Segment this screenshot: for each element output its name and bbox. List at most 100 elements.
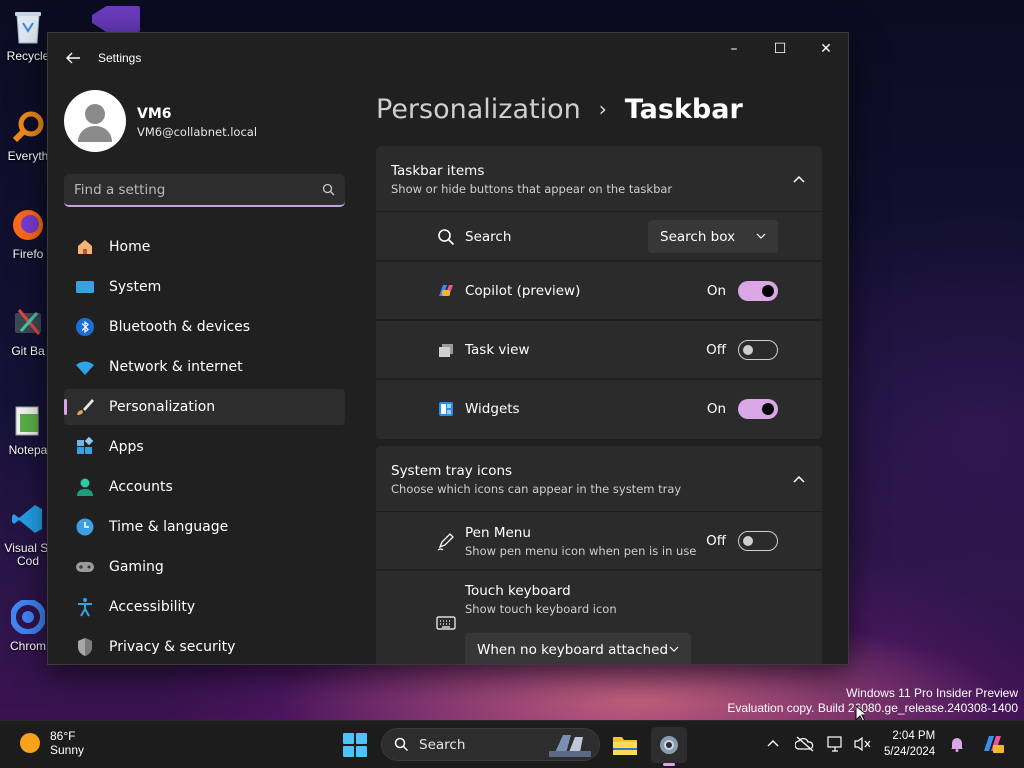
visual-studio-desktop-icon[interactable]	[92, 6, 140, 32]
taskbar-items-section: Taskbar items Show or hide buttons that …	[376, 146, 822, 439]
breadcrumb-separator-icon: ›	[598, 97, 607, 121]
nav-item-label: Bluetooth & devices	[109, 319, 251, 335]
user-name: VM6	[137, 106, 172, 122]
search-highlight-icon	[549, 735, 591, 757]
keyboard-icon	[436, 613, 456, 633]
nav-item-label: Personalization	[109, 399, 216, 415]
search-mode-dropdown[interactable]: Search box	[648, 220, 778, 253]
windows-watermark: Windows 11 Pro Insider Preview Evaluatio…	[727, 686, 1018, 716]
task-view-toggle[interactable]	[738, 340, 778, 360]
nav-item-accessibility[interactable]: Accessibility	[64, 589, 345, 625]
onedrive-tray-button[interactable]	[795, 734, 815, 754]
chevron-up-icon	[793, 475, 805, 483]
breadcrumb: Personalization › Taskbar	[376, 88, 848, 130]
nav-item-bluetooth[interactable]: Bluetooth & devices	[64, 309, 345, 345]
section-title: Taskbar items	[391, 163, 485, 179]
watermark-line1: Windows 11 Pro Insider Preview	[846, 686, 1018, 700]
back-arrow-icon[interactable]	[64, 49, 82, 67]
copilot-icon	[436, 281, 456, 301]
settings-taskbar-button[interactable]	[651, 727, 687, 766]
nav-item-time-language[interactable]: Time & language	[64, 509, 345, 545]
chevron-down-icon	[669, 646, 679, 652]
watermark-line2: Evaluation copy. Build 26080.ge_release.…	[727, 701, 1018, 715]
setting-label: Widgets	[465, 401, 520, 417]
bell-icon	[951, 738, 963, 752]
minimize-button[interactable]: –	[711, 33, 757, 65]
show-hidden-icons-button[interactable]	[763, 734, 783, 754]
windows-logo-icon	[343, 733, 354, 744]
find-setting-input[interactable]: Find a setting	[64, 174, 345, 207]
nav-item-label: Time & language	[109, 519, 229, 535]
maximize-icon: ☐	[773, 41, 787, 57]
close-icon: ✕	[820, 41, 832, 57]
nav-item-label: Network & internet	[109, 359, 243, 375]
widgets-toggle[interactable]	[738, 399, 778, 419]
home-icon	[75, 237, 95, 257]
notepad-icon	[9, 402, 47, 440]
nav-item-apps[interactable]: Apps	[64, 429, 345, 465]
nav-item-system[interactable]: System	[64, 269, 345, 305]
notifications-button[interactable]	[947, 734, 967, 754]
setting-description: Show pen menu icon when pen is in use	[465, 544, 697, 558]
windows-logo-icon	[356, 733, 367, 744]
user-profile[interactable]: VM6 VM6@collabnet.local	[64, 90, 347, 160]
pen-menu-toggle[interactable]	[738, 531, 778, 551]
setting-label: Task view	[465, 342, 530, 358]
nav-item-label: Accessibility	[109, 599, 196, 615]
system-tray-header[interactable]: System tray icons Choose which icons can…	[376, 446, 822, 512]
window-title: Settings	[98, 51, 142, 65]
start-button[interactable]	[343, 733, 367, 757]
taskbar-search-box[interactable]: Search	[381, 728, 600, 761]
everything-icon	[9, 108, 47, 146]
maximize-button[interactable]: ☐	[757, 33, 803, 65]
breadcrumb-parent[interactable]: Personalization	[376, 94, 581, 125]
nav-item-label: System	[109, 279, 162, 295]
active-indicator	[663, 763, 675, 766]
gaming-icon	[75, 557, 95, 577]
search-placeholder: Find a setting	[74, 181, 166, 198]
copilot-toggle[interactable]	[738, 281, 778, 301]
system-icon	[75, 277, 95, 297]
nav-item-label: Gaming	[109, 559, 164, 575]
network-tray-button[interactable]	[826, 734, 846, 754]
shield-icon	[75, 637, 95, 657]
clock-date: 5/24/2024	[884, 746, 936, 758]
taskbar-search-label: Search	[419, 736, 466, 753]
setting-label: Touch keyboard	[465, 583, 571, 599]
taskbar-items-header[interactable]: Taskbar items Show or hide buttons that …	[376, 146, 822, 212]
vscode-icon	[9, 500, 47, 538]
copilot-taskbar-button[interactable]	[980, 734, 1006, 754]
chevron-up-icon	[767, 740, 779, 747]
task-view-icon	[436, 340, 456, 360]
page-title: Taskbar	[624, 93, 743, 125]
setting-row-search: Search Search box	[376, 212, 822, 262]
toggle-state-label: Off	[706, 533, 726, 549]
search-icon	[394, 737, 409, 752]
chevron-up-icon	[793, 175, 805, 183]
firefox-icon	[9, 206, 47, 244]
nav-item-personalization[interactable]: Personalization	[64, 389, 345, 425]
mouse-cursor-icon	[855, 705, 865, 720]
brush-icon	[75, 397, 95, 417]
speaker-muted-icon	[854, 736, 871, 752]
nav-item-accounts[interactable]: Accounts	[64, 469, 345, 505]
widgets-icon	[436, 399, 456, 419]
close-button[interactable]: ✕	[803, 33, 848, 65]
nav-item-privacy-security[interactable]: Privacy & security	[64, 629, 345, 664]
weather-temp: 86°F	[50, 729, 76, 743]
setting-description: Show touch keyboard icon	[465, 602, 617, 616]
file-explorer-button[interactable]	[607, 727, 643, 763]
gear-icon	[660, 736, 678, 754]
nav-item-label: Privacy & security	[109, 639, 236, 655]
volume-tray-button[interactable]	[852, 734, 872, 754]
nav-item-gaming[interactable]: Gaming	[64, 549, 345, 585]
system-clock[interactable]: 2:04 PM 5/24/2024	[884, 728, 935, 760]
weather-widget[interactable]: 86°F Sunny	[20, 729, 84, 757]
nav-item-network[interactable]: Network & internet	[64, 349, 345, 385]
chrome-icon	[9, 598, 47, 636]
accessibility-icon	[75, 597, 95, 617]
nav-item-home[interactable]: Home	[64, 229, 345, 265]
touch-keyboard-dropdown[interactable]: When no keyboard attached	[465, 633, 691, 664]
chevron-down-icon	[756, 233, 766, 239]
folder-icon	[613, 737, 637, 755]
